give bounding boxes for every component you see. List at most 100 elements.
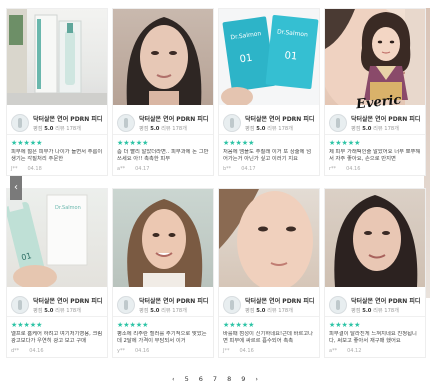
review-card[interactable]: 닥터살몬 연어 PDRN 피디 평점 5.0 리뷰 178개 ★★★★★ 평소에…: [112, 188, 214, 358]
review-date: 04.16: [29, 348, 44, 354]
review-text: 피부결이 달라진게 느껴지네요 진정됩니다, 써보고 좋아서 재구매 했어요: [329, 331, 417, 344]
review-text: 평소에 리주란 힐러를 주기적으로 맞았는데 2달에 가격이 부담되서 이거: [117, 331, 207, 344]
review-text: 처음에 앰플도 주질래 이거 또 상술에 넘어가는거 아닌가 싶고 이러기 지요: [223, 149, 312, 162]
review-body: ★★★★★ 바를때 점성이 신기하네요!근데 바르고나면 피부에 싸르르 흡수되…: [219, 317, 319, 357]
product-name: 닥터살몬 연어 PDRN 피디: [351, 115, 421, 123]
product-thumbnail: [117, 295, 135, 314]
review-card[interactable]: 닥터살몬 연어 PDRN 피디 평점 5.0 리뷰 178개 ★★★★★ 바를때…: [218, 188, 320, 358]
star-rating: ★★★★★: [117, 321, 149, 329]
page-link[interactable]: 8: [227, 375, 231, 383]
product-info[interactable]: 닥터살몬 연어 PDRN 피디 평점 5.0 리뷰 178개: [113, 105, 213, 135]
product-thumbnail: [223, 113, 241, 132]
star-rating: ★★★★★: [11, 139, 43, 147]
product-meta: 평점 5.0 리뷰 178개: [245, 307, 293, 314]
reviewer-name: r**: [329, 166, 337, 172]
star-rating: ★★★★★: [117, 139, 149, 147]
reviewer-name: y**: [117, 348, 125, 354]
product-thumbnail: [11, 113, 29, 132]
review-card[interactable]: 닥터살몬 연어 PDRN 피디 평점 5.0 리뷰 178개 ★★★★★ 피부에…: [6, 8, 108, 176]
reviewer-name: J**: [11, 166, 18, 172]
product-meta: 평점 5.0 리뷰 178개: [245, 125, 293, 132]
character-illustration: [350, 8, 420, 100]
review-body: ★★★★★ 엘프로 홈케어 하려고 여기저기영용, 크림 광고보다가 우연히 광…: [7, 317, 107, 357]
carousel-prev-button[interactable]: ‹: [10, 176, 22, 200]
review-date: 04.18: [27, 166, 42, 172]
review-photo[interactable]: [113, 189, 213, 287]
review-text: 제 피부 가래떡인줄 알았어요 너무 뽀쭈해서 자주 좋아요, 손으로 만지면: [329, 149, 421, 162]
product-info[interactable]: 닥터살몬 연어 PDRN 피디 평점 5.0 리뷰 178개: [219, 287, 319, 317]
svg-text:Dr.Salmon: Dr.Salmon: [55, 205, 81, 211]
product-thumbnail: [117, 113, 135, 132]
review-body: ★★★★★ 피부에 젊은 피부가 나이가 들면서 주름이 생기는 각질처리 주문…: [7, 135, 107, 175]
review-photo[interactable]: Dr.Salmon Dr.Salmon 01 01: [219, 9, 319, 105]
review-photo[interactable]: [7, 9, 107, 105]
svg-text:01: 01: [239, 53, 253, 66]
review-text: 피부에 젊은 피부가 나이가 들면서 주름이 생기는 각질처리 주문한: [11, 149, 103, 162]
review-photo[interactable]: Dr.Salmon 01: [7, 189, 107, 287]
product-info[interactable]: 닥터살몬 연어 PDRN 피디 평점 5.0 리뷰 178개: [7, 287, 107, 317]
product-name: 닥터살몬 연어 PDRN 피디: [245, 297, 315, 305]
reviewer-name: J**: [223, 348, 230, 354]
reviewer-name: a**: [117, 166, 126, 172]
review-card[interactable]: Dr.Salmon 01 닥터살몬 연어 PDRN 피디 평점 5.0 리뷰 1…: [6, 188, 108, 358]
page-link[interactable]: 6: [199, 375, 203, 383]
review-date: 04.16: [346, 166, 361, 172]
review-photo[interactable]: [113, 9, 213, 105]
reviewer-name: b**: [223, 166, 232, 172]
review-date: 04.12: [347, 348, 362, 354]
review-card[interactable]: 닥터살몬 연어 PDRN 피디 평점 5.0 리뷰 178개 ★★★★★ 피부결…: [324, 188, 426, 358]
page-link[interactable]: 9: [241, 375, 245, 383]
review-body: ★★★★★ 평소에 리주란 힐러를 주기적으로 맞았는데 2달에 가격이 부담되…: [113, 317, 213, 357]
star-rating: ★★★★★: [223, 321, 255, 329]
review-photo[interactable]: [219, 189, 319, 287]
product-meta: 평점 5.0 리뷰 178개: [351, 307, 399, 314]
review-date: 04.16: [134, 348, 150, 354]
product-meta: 평점 5.0 리뷰 178개: [139, 307, 187, 314]
reviewer-name: a**: [329, 348, 338, 354]
review-photo[interactable]: [325, 189, 425, 287]
product-info[interactable]: 닥터살몬 연어 PDRN 피디 평점 5.0 리뷰 178개: [219, 105, 319, 135]
product-meta: 평점 5.0 리뷰 178개: [33, 125, 81, 132]
product-info[interactable]: 닥터살몬 연어 PDRN 피디 평점 5.0 리뷰 178개: [113, 287, 213, 317]
star-rating: ★★★★★: [11, 321, 43, 329]
product-meta: 평점 5.0 리뷰 178개: [33, 307, 81, 314]
review-date: 04.17: [135, 166, 150, 172]
pagination-next[interactable]: ›: [255, 375, 258, 383]
pagination: ‹ 5 6 7 8 9 ›: [0, 375, 430, 383]
product-name: 닥터살몬 연어 PDRN 피디: [139, 115, 209, 123]
product-thumbnail: [11, 295, 29, 314]
product-info[interactable]: 닥터살몬 연어 PDRN 피디 평점 5.0 리뷰 178개: [325, 287, 425, 317]
review-body: ★★★★★ 좀 더 빨리 알았더라면.. 피부과에 돈 그만 쓰세요 아!! 촉…: [113, 135, 213, 175]
product-name: 닥터살몬 연어 PDRN 피디: [33, 297, 103, 305]
review-text: 바를때 점성이 신기하네요!근데 바르고나면 피부에 싸르르 흡수되어 촉촉: [223, 331, 314, 344]
review-body: ★★★★★ 제 피부 가래떡인줄 알았어요 너무 뽀쭈해서 자주 좋아요, 손으…: [325, 135, 425, 175]
svg-text:01: 01: [284, 50, 298, 62]
review-body: ★★★★★ 처음에 앰플도 주질래 이거 또 상술에 넘어가는거 아닌가 싶고 …: [219, 135, 319, 175]
review-date: 04.17: [241, 166, 256, 172]
chevron-left-icon: ‹: [14, 182, 18, 193]
review-row-2: Dr.Salmon 01 닥터살몬 연어 PDRN 피디 평점 5.0 리뷰 1…: [6, 188, 430, 358]
star-rating: ★★★★★: [329, 139, 361, 147]
review-date: 04.16: [239, 348, 254, 354]
page-link[interactable]: 7: [213, 375, 217, 383]
reviewer-name: d**: [11, 348, 20, 354]
product-thumbnail: [329, 295, 347, 314]
product-name: 닥터살몬 연어 PDRN 피디: [245, 115, 315, 123]
product-name: 닥터살몬 연어 PDRN 피디: [33, 115, 103, 123]
product-meta: 평점 5.0 리뷰 178개: [139, 125, 187, 132]
product-thumbnail: [223, 295, 241, 314]
page-link[interactable]: 5: [185, 375, 189, 383]
product-meta: 평점 5.0 리뷰 178개: [351, 125, 399, 132]
review-body: ★★★★★ 피부결이 달라진게 느껴지네요 진정됩니다, 써보고 좋아서 재구매…: [325, 317, 425, 357]
review-card[interactable]: 닥터살몬 연어 PDRN 피디 평점 5.0 리뷰 178개 ★★★★★ 좀 더…: [112, 8, 214, 176]
product-name: 닥터살몬 연어 PDRN 피디: [139, 297, 209, 305]
review-card[interactable]: Dr.Salmon Dr.Salmon 01 01 닥터살몬 연어 PDRN 피…: [218, 8, 320, 176]
product-thumbnail: [329, 113, 347, 132]
star-rating: ★★★★★: [223, 139, 255, 147]
product-name: 닥터살몬 연어 PDRN 피디: [351, 297, 421, 305]
star-rating: ★★★★★: [329, 321, 361, 329]
pagination-prev[interactable]: ‹: [172, 375, 175, 383]
review-text: 엘프로 홈케어 하려고 여기저기영용, 크림 광고보다가 우연히 광고 보고 구…: [11, 331, 103, 344]
product-info[interactable]: 닥터살몬 연어 PDRN 피디 평점 5.0 리뷰 178개: [7, 105, 107, 135]
review-text: 좀 더 빨리 알았더라면.. 피부과에 돈 그만 쓰세요 아!! 촉촉한 피부: [117, 149, 209, 162]
